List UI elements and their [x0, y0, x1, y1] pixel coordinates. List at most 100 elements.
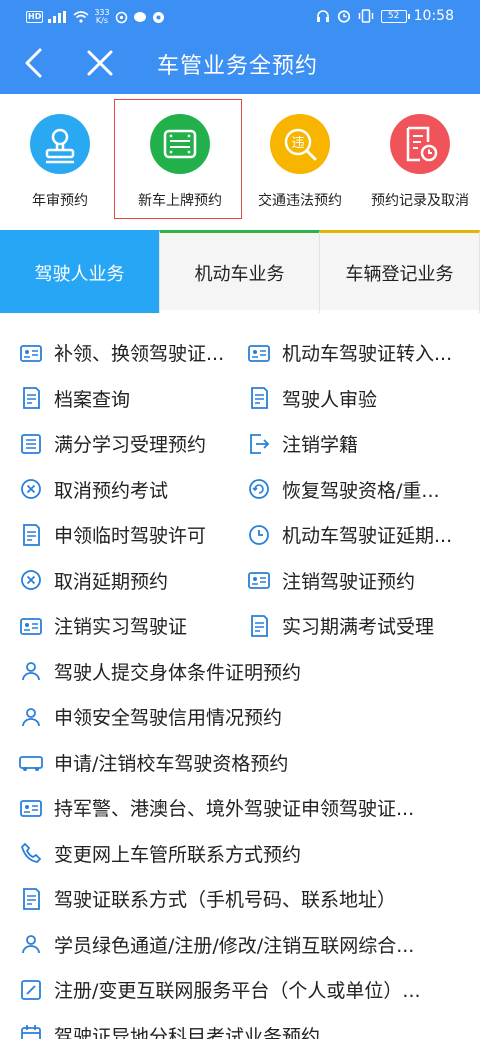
service-label: 驾驶人审验	[282, 388, 378, 411]
quick-action-annual-inspection[interactable]: 年审预约	[0, 94, 120, 230]
service-item[interactable]: 档案查询	[18, 385, 246, 412]
hd-indicator: HD	[26, 11, 44, 23]
service-label: 取消延期预约	[54, 570, 169, 593]
net-speed: 333 K/s	[94, 9, 109, 25]
service-item[interactable]: 变更网上车管所联系方式预约	[18, 840, 468, 867]
app-notify-icon	[115, 11, 127, 23]
id-card-minus-icon	[246, 567, 272, 593]
service-item[interactable]: 持军警、港澳台、境外驾驶证申领驾驶证...	[18, 794, 468, 821]
wifi-icon	[73, 11, 89, 23]
quick-action-traffic-violation[interactable]: 违 交通违法预约	[240, 94, 360, 230]
status-right: 52 10:58	[316, 8, 454, 24]
service-item[interactable]: 恢复驾驶资格/重...	[246, 476, 474, 503]
doc-check-icon	[246, 385, 272, 411]
service-row: 档案查询 驾驶人审验	[18, 376, 474, 421]
service-item[interactable]: 注册/变更互联网服务平台（个人或单位）...	[18, 976, 468, 1003]
headset-icon	[316, 10, 329, 22]
close-button[interactable]	[84, 46, 116, 80]
service-item[interactable]: 机动车驾驶证转入...	[246, 339, 474, 366]
restore-icon	[246, 476, 272, 502]
service-label: 机动车驾驶证转入...	[282, 343, 453, 365]
back-button[interactable]	[18, 46, 50, 80]
service-label: 机动车驾驶证延期...	[282, 525, 453, 547]
phone-icon	[18, 840, 44, 866]
service-item[interactable]: 注销驾驶证预约	[246, 567, 474, 594]
battery-indicator: 52	[380, 9, 410, 23]
service-row: 满分学习受理预约 注销学籍	[18, 421, 474, 466]
quick-action-records-cancel[interactable]: 预约记录及取消	[360, 94, 480, 230]
tab-vehicle-services[interactable]: 机动车业务	[160, 230, 320, 313]
id-card-icon	[18, 795, 44, 821]
stamp-icon	[30, 114, 90, 174]
service-row: 驾驶人提交身体条件证明预约	[18, 649, 468, 694]
record-clock-icon	[390, 114, 450, 174]
status-left: HD 333 K/s	[26, 9, 165, 25]
student-icon	[18, 931, 44, 957]
service-item[interactable]: 注销学籍	[246, 430, 474, 457]
calendar-icon	[18, 1022, 44, 1039]
service-label: 学员绿色通道/注册/修改/注销互联网综合...	[54, 934, 415, 957]
service-label: 注销实习驾驶证	[54, 616, 188, 638]
cancel-circle-icon	[18, 567, 44, 593]
service-item[interactable]: 驾驶人审验	[246, 385, 474, 412]
id-card-transfer-icon	[246, 340, 272, 366]
service-item[interactable]: 取消延期预约	[18, 567, 246, 594]
service-item[interactable]: 机动车驾驶证延期...	[246, 521, 474, 548]
service-item[interactable]: 满分学习受理预约	[18, 430, 246, 457]
edit-icon	[18, 977, 44, 1003]
service-label: 恢复驾驶资格/重...	[282, 479, 440, 502]
service-item[interactable]: 补领、换领驾驶证...	[18, 339, 246, 366]
quick-action-label: 预约记录及取消	[371, 193, 469, 209]
svg-text:违: 违	[291, 136, 304, 151]
service-label: 注销学籍	[282, 434, 359, 456]
service-item[interactable]: 申请/注销校车驾驶资格预约	[18, 749, 468, 776]
service-label: 取消预约考试	[54, 479, 169, 502]
service-item[interactable]: 取消预约考试	[18, 476, 246, 503]
service-item[interactable]: 实习期满考试受理	[246, 612, 474, 639]
service-item[interactable]: 注销实习驾驶证	[18, 612, 246, 639]
title-bar: 车管业务全预约	[0, 34, 480, 94]
violation-search-icon: 违	[270, 114, 330, 174]
alarm-icon	[337, 10, 350, 23]
service-row: 学员绿色通道/注册/修改/注销互联网综合...	[18, 922, 468, 967]
service-row: 补领、换领驾驶证... 机动车驾驶证转入...	[18, 330, 474, 375]
school-bus-icon	[18, 749, 44, 775]
exam-doc-icon	[246, 613, 272, 639]
logout-arrow-icon	[246, 431, 272, 457]
service-row: 注册/变更互联网服务平台（个人或单位）...	[18, 967, 468, 1012]
tab-driver-services[interactable]: 驾驶人业务	[0, 230, 160, 313]
service-item[interactable]: 驾驶证异地分科目考试业务预约	[18, 1022, 468, 1039]
tab-vehicle-registration[interactable]: 车辆登记业务	[320, 230, 480, 313]
service-label: 申领临时驾驶许可	[54, 525, 207, 547]
service-item[interactable]: 申领临时驾驶许可	[18, 521, 246, 548]
service-label: 申领安全驾驶信用情况预约	[54, 707, 283, 729]
message-icon	[133, 11, 146, 22]
service-row: 持军警、港澳台、境外驾驶证申领驾驶证...	[18, 785, 468, 830]
quick-action-label: 交通违法预约	[258, 193, 342, 209]
clock: 10:58	[413, 8, 454, 24]
service-row: 变更网上车管所联系方式预约	[18, 831, 468, 876]
service-row: 驾驶证异地分科目考试业务预约	[18, 1013, 468, 1039]
service-label: 满分学习受理预约	[54, 434, 207, 456]
contact-doc-icon	[18, 886, 44, 912]
cancel-circle-icon	[18, 476, 44, 502]
camera-notify-icon	[152, 11, 164, 23]
service-label: 注册/变更互联网服务平台（个人或单位）...	[54, 980, 421, 1002]
service-label: 注销驾驶证预约	[282, 570, 416, 593]
close-icon	[87, 50, 113, 76]
service-label: 驾驶人提交身体条件证明预约	[54, 661, 302, 684]
service-label: 持军警、港澳台、境外驾驶证申领驾驶证...	[54, 798, 415, 820]
service-item[interactable]: 驾驶人提交身体条件证明预约	[18, 658, 468, 685]
id-card-icon	[18, 340, 44, 366]
service-row: 注销实习驾驶证 实习期满考试受理	[18, 603, 474, 648]
service-item[interactable]: 驾驶证联系方式（手机号码、联系地址）	[18, 885, 468, 912]
service-row: 申领临时驾驶许可 机动车驾驶证延期...	[18, 512, 474, 557]
vibrate-icon	[358, 9, 373, 23]
service-item[interactable]: 学员绿色通道/注册/修改/注销互联网综合...	[18, 931, 468, 958]
service-label: 申请/注销校车驾驶资格预约	[54, 752, 289, 775]
service-label: 驾驶证联系方式（手机号码、联系地址）	[54, 889, 397, 911]
service-label: 变更网上车管所联系方式预约	[54, 843, 302, 866]
service-row: 驾驶证联系方式（手机号码、联系地址）	[18, 876, 468, 921]
service-item[interactable]: 申领安全驾驶信用情况预约	[18, 703, 468, 730]
status-bar: HD 333 K/s 52 10:58	[0, 0, 480, 34]
